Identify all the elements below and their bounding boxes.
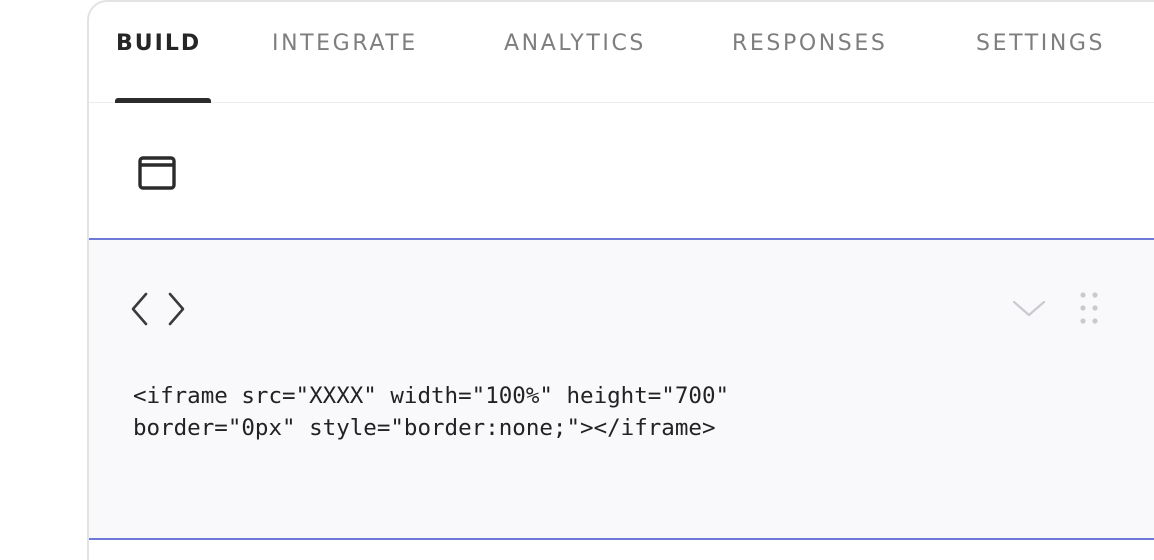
tab-settings[interactable]: SETTINGS <box>976 31 1105 56</box>
code-icon <box>131 292 185 326</box>
tab-responses[interactable]: RESPONSES <box>732 31 887 56</box>
tab-build[interactable]: BUILD <box>116 31 201 56</box>
block-toolbar <box>89 103 1154 238</box>
drag-handle-icon[interactable] <box>1077 290 1101 326</box>
tab-integrate[interactable]: INTEGRATE <box>272 31 418 56</box>
tab-analytics[interactable]: ANALYTICS <box>504 31 646 56</box>
code-line: border="0px" style="border:none;"></ifra… <box>133 415 716 441</box>
window-icon[interactable] <box>137 155 177 191</box>
embed-code[interactable]: <iframe src="XXXX" width="100%" height="… <box>133 380 729 444</box>
chevron-down-icon[interactable] <box>1011 296 1047 320</box>
editor-panel: BUILD INTEGRATE ANALYTICS RESPONSES SETT… <box>87 0 1154 560</box>
embed-code-block[interactable]: <iframe src="XXXX" width="100%" height="… <box>89 238 1154 540</box>
tab-bar: BUILD INTEGRATE ANALYTICS RESPONSES SETT… <box>89 2 1154 103</box>
code-line: <iframe src="XXXX" width="100%" height="… <box>133 383 730 409</box>
